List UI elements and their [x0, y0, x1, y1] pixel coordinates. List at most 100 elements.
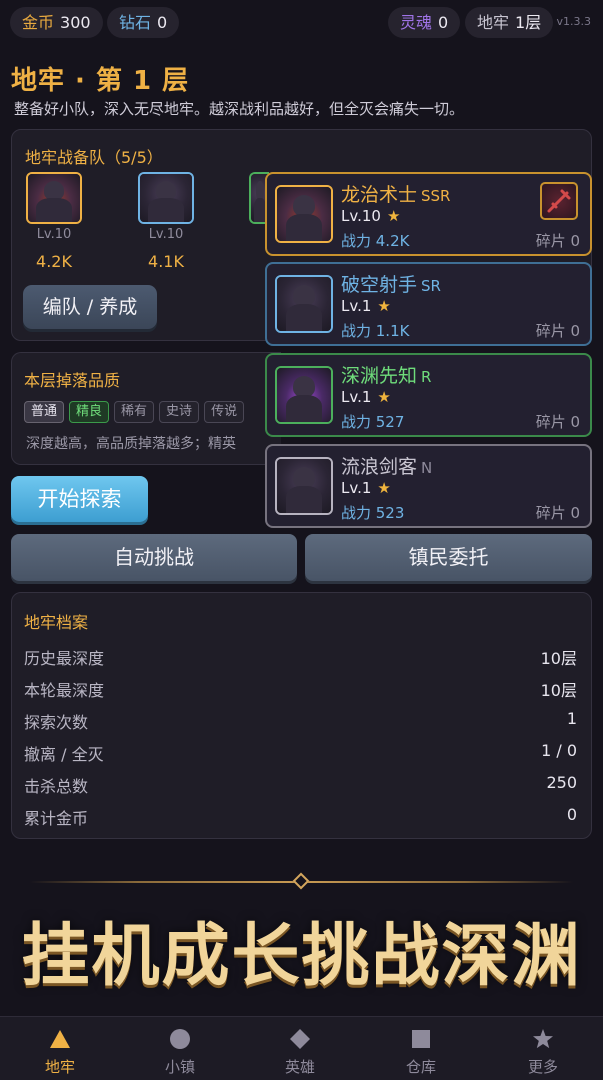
hero-avatar: [275, 457, 333, 515]
squad-slot-2-power: 4.1K: [148, 252, 184, 271]
hero-name: 龙治术士: [341, 184, 418, 206]
nav-label: 小镇: [164, 1058, 195, 1076]
quality-chips: 普通 精良 稀有 史诗 传说: [24, 401, 245, 423]
nav-item-town[interactable]: 小镇: [120, 1017, 240, 1080]
nav-item-more[interactable]: 更多: [483, 1017, 603, 1080]
divider-diamond-icon: [292, 872, 310, 890]
hero-card[interactable]: 深渊先知 R Lv.1 ★ 战力 527 碎片 0: [265, 353, 592, 437]
record-value: 1: [566, 709, 577, 728]
square-icon: [412, 1030, 430, 1048]
record-row: 本轮最深度 10层: [24, 677, 577, 701]
quality-chip-epic[interactable]: 史诗: [159, 401, 200, 423]
hero-card[interactable]: 流浪剑客 N Lv.1 ★ 战力 523 碎片 0: [265, 444, 592, 528]
hero-name: 流浪剑客: [341, 456, 418, 478]
hero-avatar: [275, 185, 333, 243]
record-row: 累计金币 0: [24, 805, 577, 829]
record-value: 0: [566, 805, 577, 824]
auto-challenge-button[interactable]: 自动挑战: [11, 534, 297, 581]
promo-slogan: 挂机成长挑战深渊: [21, 916, 582, 996]
hero-portrait: [277, 459, 331, 513]
soul-label: 灵魂: [400, 13, 433, 32]
hero-name: 破空射手: [341, 274, 418, 296]
page-title: 地牢 · 第 1 层: [11, 66, 190, 96]
record-value: 10层: [540, 681, 577, 700]
squad-slot-1-power: 4.2K: [36, 252, 72, 271]
version-label: v1.3.3: [556, 15, 592, 28]
nav-item-dungeon[interactable]: 地牢: [0, 1017, 120, 1080]
hero-portrait: [28, 174, 80, 222]
hero-rarity: R: [421, 368, 432, 386]
diamond-icon: [290, 1029, 310, 1049]
diamond-value: 0: [157, 13, 168, 32]
hero-card[interactable]: 龙治术士 SSR Lv.10 ★ 战力 4.2K 碎片 0: [265, 172, 592, 256]
town-commission-button[interactable]: 镇民委托: [305, 534, 592, 581]
quality-chip-legendary[interactable]: 传说: [204, 401, 245, 423]
record-label: 撤离 / 全灭: [24, 745, 104, 764]
nav-label: 英雄: [284, 1058, 315, 1076]
soul-counter: 灵魂 0: [388, 7, 461, 38]
bottom-nav: 地牢 小镇 英雄 仓库 更多: [0, 1016, 603, 1080]
hero-avatar: [275, 366, 333, 424]
nav-item-heroes[interactable]: 英雄: [240, 1017, 360, 1080]
hero-level-line: Lv.10 ★: [341, 207, 400, 225]
record-row: 探索次数 1: [24, 709, 577, 733]
start-explore-button[interactable]: 开始探索: [11, 476, 148, 522]
equipment-icon[interactable]: [540, 182, 578, 220]
hero-power: 战力 1.1K: [341, 322, 410, 340]
hero-fragments: 碎片 0: [535, 504, 580, 522]
star-icon: ★: [386, 207, 401, 225]
nav-label: 地牢: [44, 1058, 75, 1076]
records-title: 地牢档案: [24, 613, 89, 632]
hero-level: Lv.1: [341, 479, 372, 497]
hero-fragments: 碎片 0: [535, 413, 580, 431]
record-label: 击杀总数: [24, 777, 89, 796]
manage-squad-button[interactable]: 编队 / 养成: [23, 285, 157, 329]
hero-name-line: 破空射手 SR: [341, 270, 441, 297]
record-row: 历史最深度 10层: [24, 645, 577, 669]
hero-level: Lv.1: [341, 388, 372, 406]
gold-value: 300: [60, 13, 91, 32]
gold-counter: 金币 300: [10, 7, 103, 38]
hero-power: 战力 527: [341, 413, 405, 431]
hero-name: 深渊先知: [341, 365, 418, 387]
record-value: 250: [546, 773, 577, 792]
hero-power: 战力 523: [341, 504, 405, 522]
hero-portrait: [277, 368, 331, 422]
star-icon: ★: [377, 479, 391, 497]
hero-fragments: 碎片 0: [535, 322, 580, 340]
squad-slot-1[interactable]: [26, 172, 82, 224]
hero-card[interactable]: 破空射手 SR Lv.1 ★ 战力 1.1K 碎片 0: [265, 262, 592, 346]
hero-fragments: 碎片 0: [535, 232, 580, 250]
record-row: 撤离 / 全灭 1 / 0: [24, 741, 577, 765]
hero-name-line: 深渊先知 R: [341, 361, 431, 388]
squad-slot-2[interactable]: [138, 172, 194, 224]
hero-level: Lv.1: [341, 297, 372, 315]
soul-value: 0: [438, 13, 449, 32]
diamond-label: 钻石: [119, 13, 152, 32]
circle-icon: [170, 1029, 190, 1049]
record-label: 累计金币: [24, 809, 89, 828]
squad-title: 地牢战备队（5/5）: [25, 148, 163, 167]
nav-label: 更多: [527, 1058, 558, 1076]
quality-chip-common[interactable]: 普通: [24, 401, 65, 423]
squad-slot-2-level: Lv.10: [148, 227, 184, 242]
floor-label: 地牢: [477, 13, 510, 32]
nav-item-warehouse[interactable]: 仓库: [361, 1017, 481, 1080]
hero-name-line: 流浪剑客 N: [341, 452, 432, 479]
page-subtitle: 整备好小队，深入无尽地牢。越深战利品越好，但全灭会痛失一切。: [14, 100, 465, 118]
hero-level: Lv.10: [341, 207, 381, 225]
hero-level-line: Lv.1 ★: [341, 388, 391, 406]
drops-title: 本层掉落品质: [24, 371, 121, 390]
floor-counter: 地牢 1层: [465, 7, 554, 38]
squad-slot-1-level: Lv.10: [36, 227, 72, 242]
hero-name-line: 龙治术士 SSR: [341, 180, 450, 207]
quality-chip-rare[interactable]: 稀有: [114, 401, 155, 423]
record-value: 10层: [540, 649, 577, 668]
gold-label: 金币: [22, 13, 55, 32]
star-icon: ★: [377, 388, 391, 406]
quality-chip-uncommon[interactable]: 精良: [69, 401, 110, 423]
drops-hint: 深度越高，高品质掉落越多；精英: [26, 436, 236, 452]
hero-portrait: [277, 187, 331, 241]
record-row: 击杀总数 250: [24, 773, 577, 797]
hero-rarity: SSR: [421, 187, 451, 205]
